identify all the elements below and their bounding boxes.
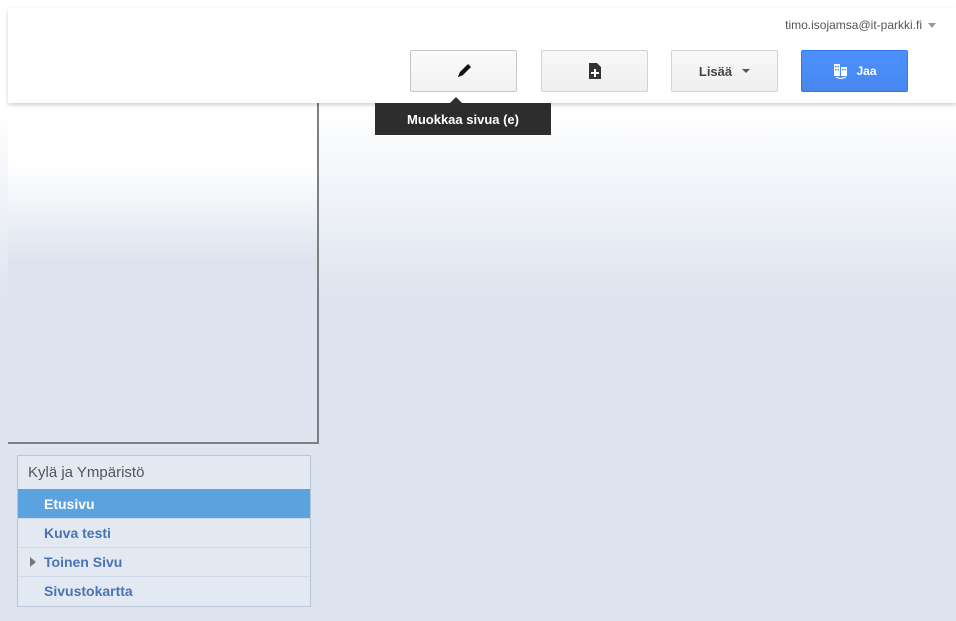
more-menu-button[interactable]: Lisää bbox=[671, 50, 778, 92]
nav-item-toinen-sivu[interactable]: Toinen Sivu bbox=[18, 547, 310, 576]
account-email[interactable]: timo.isojamsa@it-parkki.fi bbox=[785, 18, 922, 32]
chevron-down-icon bbox=[742, 69, 751, 73]
nav-item-sivustokartta[interactable]: Sivustokartta bbox=[18, 576, 310, 605]
expand-arrow-icon[interactable] bbox=[30, 557, 36, 567]
account-menu[interactable]: timo.isojamsa@it-parkki.fi bbox=[785, 18, 936, 32]
edit-page-button[interactable] bbox=[410, 50, 517, 92]
nav-item-label[interactable]: Sivustokartta bbox=[44, 583, 133, 599]
nav-item-label[interactable]: Toinen Sivu bbox=[44, 554, 122, 570]
navigation-title: Kylä ja Ympäristö bbox=[28, 464, 145, 481]
sidebar-content-panel bbox=[8, 103, 319, 444]
nav-item-label[interactable]: Etusivu bbox=[44, 496, 95, 512]
nav-item-label[interactable]: Kuva testi bbox=[44, 525, 111, 541]
new-page-button[interactable] bbox=[541, 50, 648, 92]
top-toolbar: timo.isojamsa@it-parkki.fi Lisää Jaa bbox=[8, 8, 956, 103]
site-navigation: Kylä ja Ympäristö Etusivu Kuva testi Toi… bbox=[17, 455, 311, 607]
share-building-icon bbox=[834, 64, 848, 80]
chevron-down-icon[interactable] bbox=[928, 22, 936, 28]
share-button[interactable]: Jaa bbox=[801, 50, 908, 92]
pencil-icon bbox=[457, 64, 471, 77]
more-button-label: Lisää bbox=[698, 63, 733, 79]
new-page-icon bbox=[588, 63, 601, 79]
share-button-label: Jaa bbox=[856, 64, 877, 78]
edit-page-tooltip: Muokkaa sivua (e) bbox=[375, 103, 551, 135]
nav-item-kuva-testi[interactable]: Kuva testi bbox=[18, 518, 310, 547]
nav-item-etusivu[interactable]: Etusivu bbox=[18, 489, 310, 518]
